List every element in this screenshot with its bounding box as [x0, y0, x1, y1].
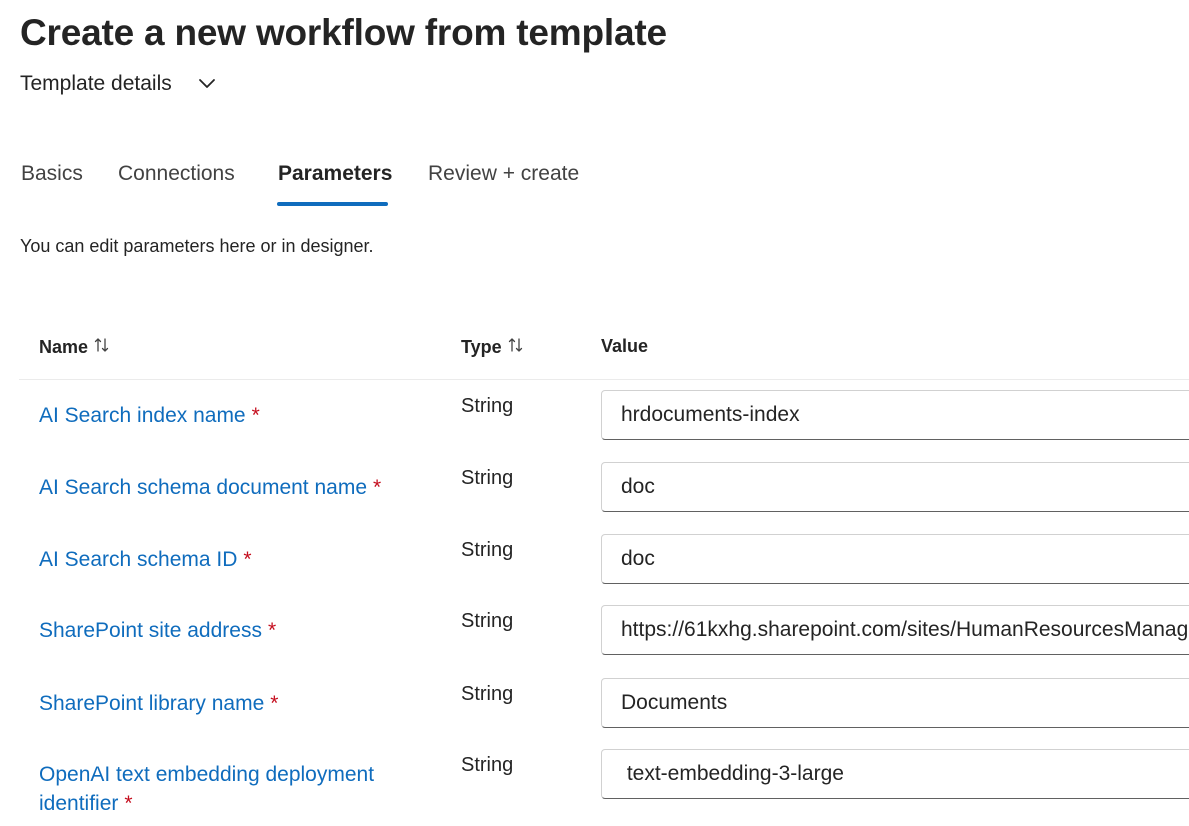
parameter-name-link[interactable]: AI Search schema document name * [39, 473, 419, 502]
parameter-name-link[interactable]: AI Search index name * [39, 401, 419, 430]
parameter-value-input[interactable]: https://61kxhg.sharepoint.com/sites/Huma… [601, 605, 1189, 655]
sort-arrows-icon [508, 336, 524, 359]
parameter-type: String [461, 754, 514, 776]
required-marker: * [124, 792, 133, 815]
parameter-name: SharePoint site address [39, 619, 262, 642]
parameter-type: String [461, 395, 514, 417]
chevron-down-icon [198, 78, 216, 90]
parameters-table: Name Type Value AI Search index name * S… [19, 322, 1189, 815]
tab-connections[interactable]: Connections [118, 158, 235, 190]
parameter-name-link[interactable]: SharePoint library name * [39, 689, 419, 718]
tab-basics[interactable]: Basics [21, 158, 83, 190]
column-header-type-label: Type [461, 337, 502, 357]
page: Create a new workflow from template Temp… [0, 0, 1189, 826]
parameter-name: AI Search schema document name [39, 476, 368, 499]
required-marker: * [373, 476, 382, 499]
required-marker: * [251, 404, 260, 427]
column-header-type[interactable]: Type [461, 336, 524, 359]
parameter-value-input[interactable]: doc [601, 534, 1189, 584]
active-tab-indicator [277, 202, 388, 206]
parameter-type: String [461, 610, 514, 632]
template-details-label: Template details [20, 72, 172, 95]
page-title: Create a new workflow from template [20, 12, 667, 53]
parameter-name-link[interactable]: SharePoint site address * [39, 616, 419, 645]
parameter-value-input[interactable]: Documents [601, 678, 1189, 728]
required-marker: * [243, 548, 252, 571]
table-header: Name Type Value [19, 322, 1189, 380]
parameter-value-input[interactable]: hrdocuments-index [601, 390, 1189, 440]
required-marker: * [270, 692, 279, 715]
parameter-value-input[interactable]: doc [601, 462, 1189, 512]
table-row: OpenAI text embedding deployment identif… [19, 749, 1189, 826]
sort-arrows-icon [94, 336, 110, 359]
column-header-name[interactable]: Name [39, 336, 110, 359]
parameters-description: You can edit parameters here or in desig… [20, 236, 374, 256]
tab-parameters[interactable]: Parameters [278, 158, 392, 190]
column-header-value-label: Value [601, 336, 649, 356]
parameter-value-input[interactable]: text-embedding-3-large [601, 749, 1189, 799]
template-details-toggle[interactable]: Template details [20, 72, 216, 96]
parameter-name-link[interactable]: OpenAI text embedding deployment identif… [39, 760, 419, 818]
column-header-name-label: Name [39, 337, 89, 357]
parameter-type: String [461, 539, 514, 561]
required-marker: * [267, 619, 277, 642]
parameter-name-link[interactable]: AI Search schema ID * [39, 545, 419, 574]
parameter-name: SharePoint library name [39, 692, 265, 715]
parameter-name: AI Search index name [39, 404, 246, 427]
column-header-value: Value [601, 336, 648, 357]
parameter-type: String [461, 683, 514, 705]
tab-review-create[interactable]: Review + create [428, 158, 579, 190]
parameter-type: String [461, 467, 514, 489]
parameter-name: AI Search schema ID [39, 548, 238, 571]
parameter-name: OpenAI text embedding deployment identif… [39, 763, 375, 815]
